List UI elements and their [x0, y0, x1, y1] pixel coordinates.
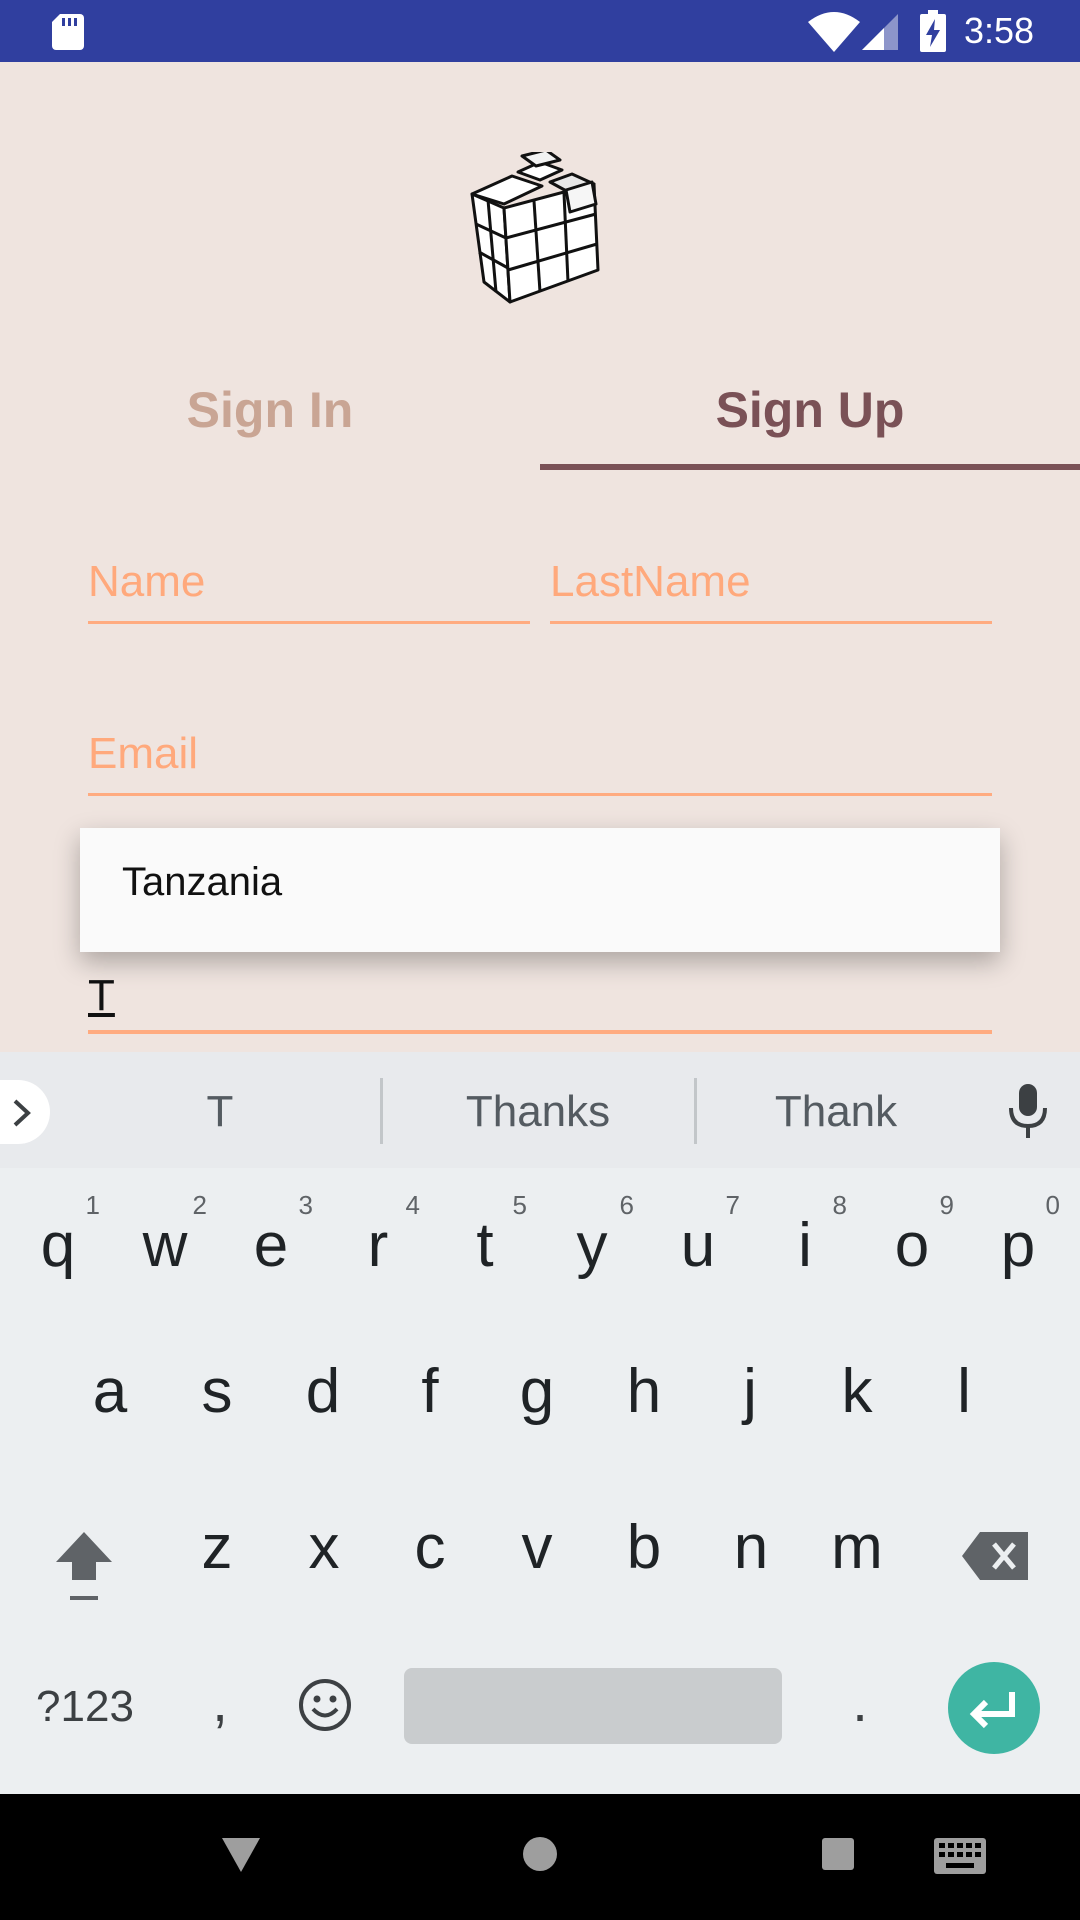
key-d[interactable]: d	[273, 1328, 373, 1448]
suggestion-2[interactable]: Thanks	[382, 1082, 694, 1142]
autocomplete-dropdown: Tanzania	[80, 828, 1000, 952]
tab-sign-up[interactable]: Sign Up	[540, 370, 1080, 470]
key-label: s	[201, 1357, 233, 1426]
comma-key[interactable]: ,	[190, 1664, 250, 1740]
sd-card-icon	[52, 14, 84, 50]
back-icon[interactable]	[222, 1838, 260, 1872]
key-hint: 8	[832, 1190, 847, 1220]
key-hint: 4	[405, 1190, 420, 1220]
key-e[interactable]: e3	[221, 1182, 321, 1302]
key-hint: 2	[192, 1190, 207, 1220]
lastname-placeholder: LastName	[550, 557, 751, 606]
email-field[interactable]: Email	[88, 724, 992, 796]
soft-keyboard: T Thanks Thank q1w2e3r4t5y6u7i8o9p0 a s d f g…	[0, 1052, 1080, 1794]
key-q[interactable]: q1	[8, 1182, 108, 1302]
suggestion-strip: T Thanks Thank	[0, 1052, 1080, 1168]
recents-icon[interactable]	[822, 1838, 854, 1870]
key-label: b	[626, 1513, 662, 1582]
key-t[interactable]: t5	[435, 1182, 535, 1302]
key-k[interactable]: k	[807, 1328, 907, 1448]
battery-charging-icon	[920, 10, 946, 52]
key-y[interactable]: y6	[542, 1182, 642, 1302]
microphone-icon[interactable]	[1006, 1084, 1050, 1138]
key-label: v	[521, 1513, 553, 1582]
key-u[interactable]: u7	[648, 1182, 748, 1302]
name-placeholder: Name	[88, 557, 206, 606]
key-label: m	[831, 1513, 883, 1582]
enter-icon	[969, 1692, 1015, 1729]
key-f[interactable]: f	[380, 1328, 480, 1448]
emoji-icon[interactable]	[298, 1678, 352, 1732]
key-s[interactable]: s	[167, 1328, 267, 1448]
key-n[interactable]: n	[701, 1484, 801, 1604]
key-c[interactable]: c	[380, 1484, 480, 1604]
tab-indicator	[540, 464, 1080, 470]
key-l[interactable]: l	[914, 1328, 1014, 1448]
key-r[interactable]: r4	[328, 1182, 428, 1302]
key-label: h	[626, 1357, 662, 1426]
key-m[interactable]: m	[807, 1484, 907, 1604]
key-hint: 6	[619, 1190, 634, 1220]
key-p[interactable]: p0	[968, 1182, 1068, 1302]
name-field[interactable]: Name	[88, 552, 530, 624]
key-label: d	[305, 1357, 341, 1426]
key-label: f	[421, 1357, 439, 1426]
cube-puzzle-logo-icon	[470, 152, 600, 304]
country-input-value: T	[88, 971, 115, 1020]
key-z[interactable]: z	[167, 1484, 267, 1604]
status-bar: 3:58	[0, 0, 1080, 62]
key-label: z	[201, 1513, 233, 1582]
chevron-right-icon	[13, 1099, 31, 1127]
key-o[interactable]: o9	[862, 1182, 962, 1302]
key-i[interactable]: i8	[755, 1182, 855, 1302]
key-label: l	[957, 1357, 971, 1426]
signal-icon	[862, 14, 898, 50]
keyboard-switch-icon[interactable]	[934, 1838, 986, 1874]
autocomplete-option[interactable]: Tanzania	[122, 860, 282, 905]
space-bar[interactable]	[404, 1668, 782, 1744]
key-hint: 1	[85, 1190, 100, 1220]
key-label: n	[733, 1513, 769, 1582]
wifi-icon	[808, 12, 860, 52]
key-hint: 7	[725, 1190, 740, 1220]
home-icon[interactable]	[522, 1836, 558, 1872]
key-label: a	[92, 1357, 128, 1426]
symbols-key[interactable]: ?123	[20, 1672, 150, 1742]
key-g[interactable]: g	[487, 1328, 587, 1448]
key-hint: 3	[298, 1190, 313, 1220]
key-v[interactable]: v	[487, 1484, 587, 1604]
key-hint: 9	[939, 1190, 954, 1220]
enter-button[interactable]	[948, 1662, 1040, 1754]
key-label: c	[414, 1513, 446, 1582]
key-label: x	[308, 1513, 340, 1582]
expand-toolbar-button[interactable]	[0, 1080, 50, 1144]
email-placeholder: Email	[88, 729, 199, 778]
key-j[interactable]: j	[700, 1328, 800, 1448]
key-hint: 0	[1045, 1190, 1060, 1220]
key-label: j	[743, 1357, 757, 1426]
tab-sign-in[interactable]: Sign In	[0, 370, 540, 470]
key-b[interactable]: b	[594, 1484, 694, 1604]
key-label: g	[519, 1357, 555, 1426]
backspace-icon[interactable]	[962, 1532, 1028, 1580]
suggestion-1[interactable]: T	[60, 1082, 380, 1142]
key-w[interactable]: w2	[115, 1182, 215, 1302]
lastname-field[interactable]: LastName	[550, 552, 992, 624]
key-hint: 5	[512, 1190, 527, 1220]
key-a[interactable]: a	[60, 1328, 160, 1448]
key-label: k	[841, 1357, 873, 1426]
navigation-bar	[0, 1794, 1080, 1920]
clock: 3:58	[964, 10, 1035, 51]
country-autocomplete-field[interactable]: T	[88, 968, 992, 1034]
shift-icon[interactable]	[52, 1528, 116, 1604]
suggestion-3[interactable]: Thank	[696, 1082, 976, 1142]
period-key[interactable]: .	[830, 1664, 890, 1740]
key-h[interactable]: h	[594, 1328, 694, 1448]
key-x[interactable]: x	[274, 1484, 374, 1604]
